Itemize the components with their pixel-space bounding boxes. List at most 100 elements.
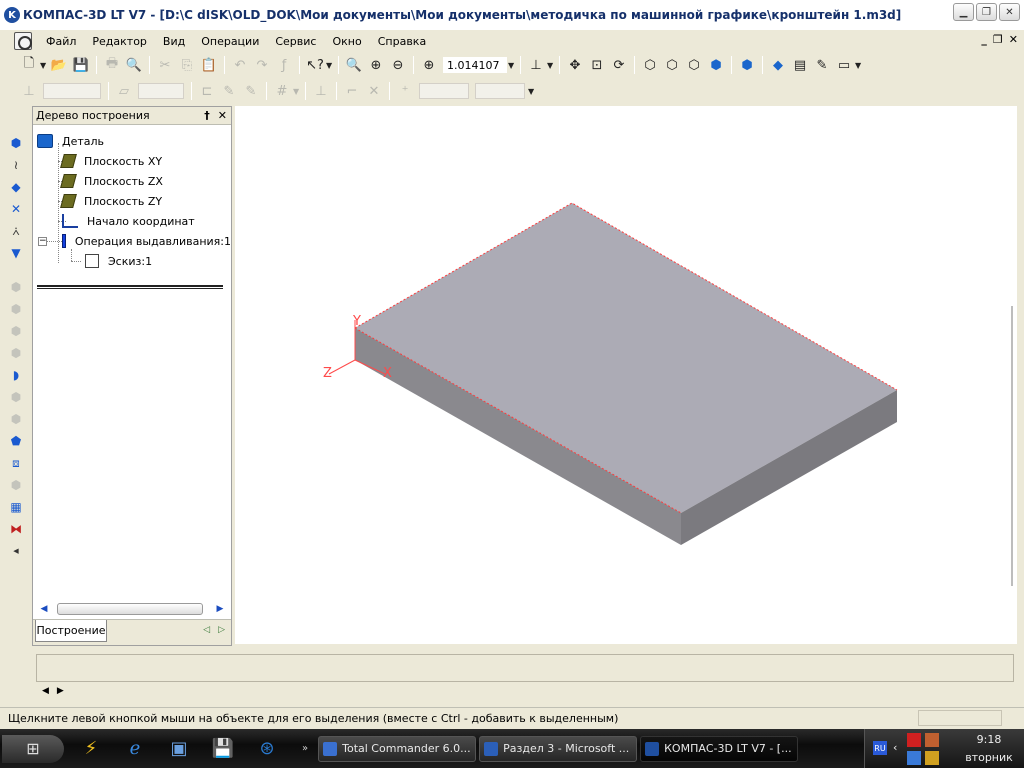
shell-icon[interactable]: ⧈ xyxy=(7,454,25,472)
zoom-fit-icon[interactable]: ⊡ xyxy=(586,54,608,76)
zoom-value-field[interactable]: 1.014107 xyxy=(442,56,508,74)
task-kompas[interactable]: КОМПАС-3D LT V7 - [... xyxy=(640,735,799,762)
print-icon[interactable]: 🖶 xyxy=(101,54,123,76)
start-button[interactable]: ⊞ xyxy=(2,734,64,763)
menu-view[interactable]: Вид xyxy=(155,35,193,48)
tab-prev-icon[interactable]: ◁ xyxy=(203,625,210,635)
mdi-close-button[interactable]: ✕ xyxy=(1009,33,1018,46)
orientation-icon[interactable]: ⊥ xyxy=(525,54,547,76)
antivirus-icon[interactable] xyxy=(907,733,921,747)
cursor-y-field[interactable] xyxy=(475,83,525,99)
help-dropdown-icon[interactable]: ▼ xyxy=(326,61,334,70)
cut-icon[interactable]: ✂ xyxy=(154,54,176,76)
prop-prev-icon[interactable]: ◀ xyxy=(42,686,49,696)
collapse-icon[interactable]: − xyxy=(38,236,47,246)
coordinate-system-field[interactable] xyxy=(43,83,101,99)
sketch-icon[interactable]: ⊏ xyxy=(196,80,218,102)
filter-icon[interactable]: ▼ xyxy=(7,244,25,262)
internet-explorer-icon[interactable]: ℯ xyxy=(118,733,152,765)
pin-icon[interactable]: † xyxy=(204,109,210,122)
more-tools-icon[interactable]: ◀ xyxy=(7,542,25,560)
tray-expand-icon[interactable]: ‹ xyxy=(893,741,897,754)
edit-detail-icon[interactable]: ⬢ xyxy=(7,134,25,152)
menu-operations[interactable]: Операции xyxy=(193,35,267,48)
surfaces-icon[interactable]: ◆ xyxy=(7,178,25,196)
local-cs-icon[interactable]: ⊥ xyxy=(310,80,332,102)
color-icon[interactable]: ✎ xyxy=(811,54,833,76)
restore-button[interactable]: ❐ xyxy=(976,3,997,21)
scroll-right-icon[interactable]: ▶ xyxy=(213,604,227,614)
function-icon[interactable]: ƒ xyxy=(273,54,295,76)
menu-window[interactable]: Окно xyxy=(324,35,369,48)
shaded-icon[interactable]: ⬢ xyxy=(705,54,727,76)
grid-icon[interactable]: # xyxy=(271,80,293,102)
fillet-icon[interactable]: ◗ xyxy=(7,366,25,384)
cut-rotate-icon[interactable]: ⬢ xyxy=(7,410,25,428)
new-file-icon[interactable]: 🗋 xyxy=(18,54,40,76)
copy-icon[interactable]: ⎘ xyxy=(176,54,198,76)
hidden-lines-thin-icon[interactable]: ⬡ xyxy=(683,54,705,76)
edit-point-icon[interactable]: ✎ xyxy=(218,80,240,102)
loft-operation-icon[interactable]: ⬢ xyxy=(7,344,25,362)
array-icon[interactable]: ▦ xyxy=(7,498,25,516)
tree-node-plane-zy[interactable]: Плоскость ZY xyxy=(33,191,231,211)
zoom-out-icon[interactable]: ⊖ xyxy=(387,54,409,76)
zoom-frame-icon[interactable]: ⊕ xyxy=(365,54,387,76)
language-indicator[interactable]: RU xyxy=(873,741,887,755)
rotate-icon[interactable]: ⟳ xyxy=(608,54,630,76)
display-dropdown-icon[interactable]: ▼ xyxy=(855,61,863,70)
rib-icon[interactable]: ⬢ xyxy=(7,476,25,494)
document-icon[interactable] xyxy=(14,32,32,50)
save-icon[interactable]: 💾 xyxy=(70,54,92,76)
layer-field[interactable] xyxy=(138,83,184,99)
floppy-icon[interactable]: 💾 xyxy=(206,733,240,765)
paste-icon[interactable]: 📋 xyxy=(198,54,220,76)
tree-horizontal-scrollbar[interactable]: ◀ ▶ xyxy=(37,601,227,617)
rotate-operation-icon[interactable]: ⬢ xyxy=(7,300,25,318)
properties-icon[interactable]: ▤ xyxy=(789,54,811,76)
chamfer-icon[interactable]: ⬟ xyxy=(7,432,25,450)
tree-node-detail[interactable]: Деталь xyxy=(33,131,231,151)
zoom-scale-icon[interactable]: ⊕ xyxy=(418,54,440,76)
tab-build[interactable]: Построение xyxy=(35,620,107,642)
auxiliary-geometry-icon[interactable]: ✕ xyxy=(7,200,25,218)
tree-node-plane-xy[interactable]: Плоскость XY xyxy=(33,151,231,171)
kompas-app-icon[interactable]: K xyxy=(4,7,20,23)
display-icon[interactable]: ▭ xyxy=(833,54,855,76)
hidden-lines-icon[interactable]: ⬡ xyxy=(661,54,683,76)
tree-node-sketch[interactable]: Эскиз:1 xyxy=(33,251,231,271)
scroll-left-icon[interactable]: ◀ xyxy=(37,604,51,614)
network-icon[interactable] xyxy=(925,733,939,747)
undo-icon[interactable]: ↶ xyxy=(229,54,251,76)
minimize-button[interactable]: ▁ xyxy=(953,3,974,21)
winamp-icon[interactable]: ⚡ xyxy=(74,733,108,765)
tree-close-icon[interactable]: ✕ xyxy=(218,109,227,122)
tree-end-marker[interactable] xyxy=(37,285,223,289)
snap-icon[interactable]: ✕ xyxy=(363,80,385,102)
zoom-in-icon[interactable]: 🔍 xyxy=(343,54,365,76)
zoom-dropdown-icon[interactable]: ▼ xyxy=(508,61,516,70)
redo-icon[interactable]: ↷ xyxy=(251,54,273,76)
spatial-curves-icon[interactable]: ≀ xyxy=(7,156,25,174)
extrude-operation-icon[interactable]: ⬢ xyxy=(7,278,25,296)
ortho-icon[interactable]: ⌐ xyxy=(341,80,363,102)
mdi-minimize-button[interactable]: _ xyxy=(981,33,987,46)
mirror-icon[interactable]: ⧓ xyxy=(7,520,25,538)
pan-icon[interactable]: ✥ xyxy=(564,54,586,76)
model-viewport[interactable]: Y Z X xyxy=(235,106,1017,644)
clock-time[interactable]: 9:18 xyxy=(959,733,1019,746)
grid-dropdown-icon[interactable]: ▼ xyxy=(293,87,301,96)
cursor-coords-icon[interactable]: ⁺ xyxy=(394,80,416,102)
menu-service[interactable]: Сервис xyxy=(267,35,324,48)
print-preview-icon[interactable]: 🔍 xyxy=(123,54,145,76)
mdi-restore-button[interactable]: ❐ xyxy=(993,33,1003,46)
parameter-icon[interactable]: ✎ xyxy=(240,80,262,102)
perspective-icon[interactable]: ⬢ xyxy=(736,54,758,76)
measure-icon[interactable]: ⩑ xyxy=(7,222,25,240)
task-word-document[interactable]: Раздел 3 - Microsoft ... xyxy=(479,735,638,762)
scroll-thumb[interactable] xyxy=(57,603,203,615)
volume-icon[interactable] xyxy=(907,751,921,765)
orientation-dropdown-icon[interactable]: ▼ xyxy=(547,61,555,70)
cut-extrude-icon[interactable]: ⬢ xyxy=(7,388,25,406)
section-icon[interactable]: ◆ xyxy=(767,54,789,76)
